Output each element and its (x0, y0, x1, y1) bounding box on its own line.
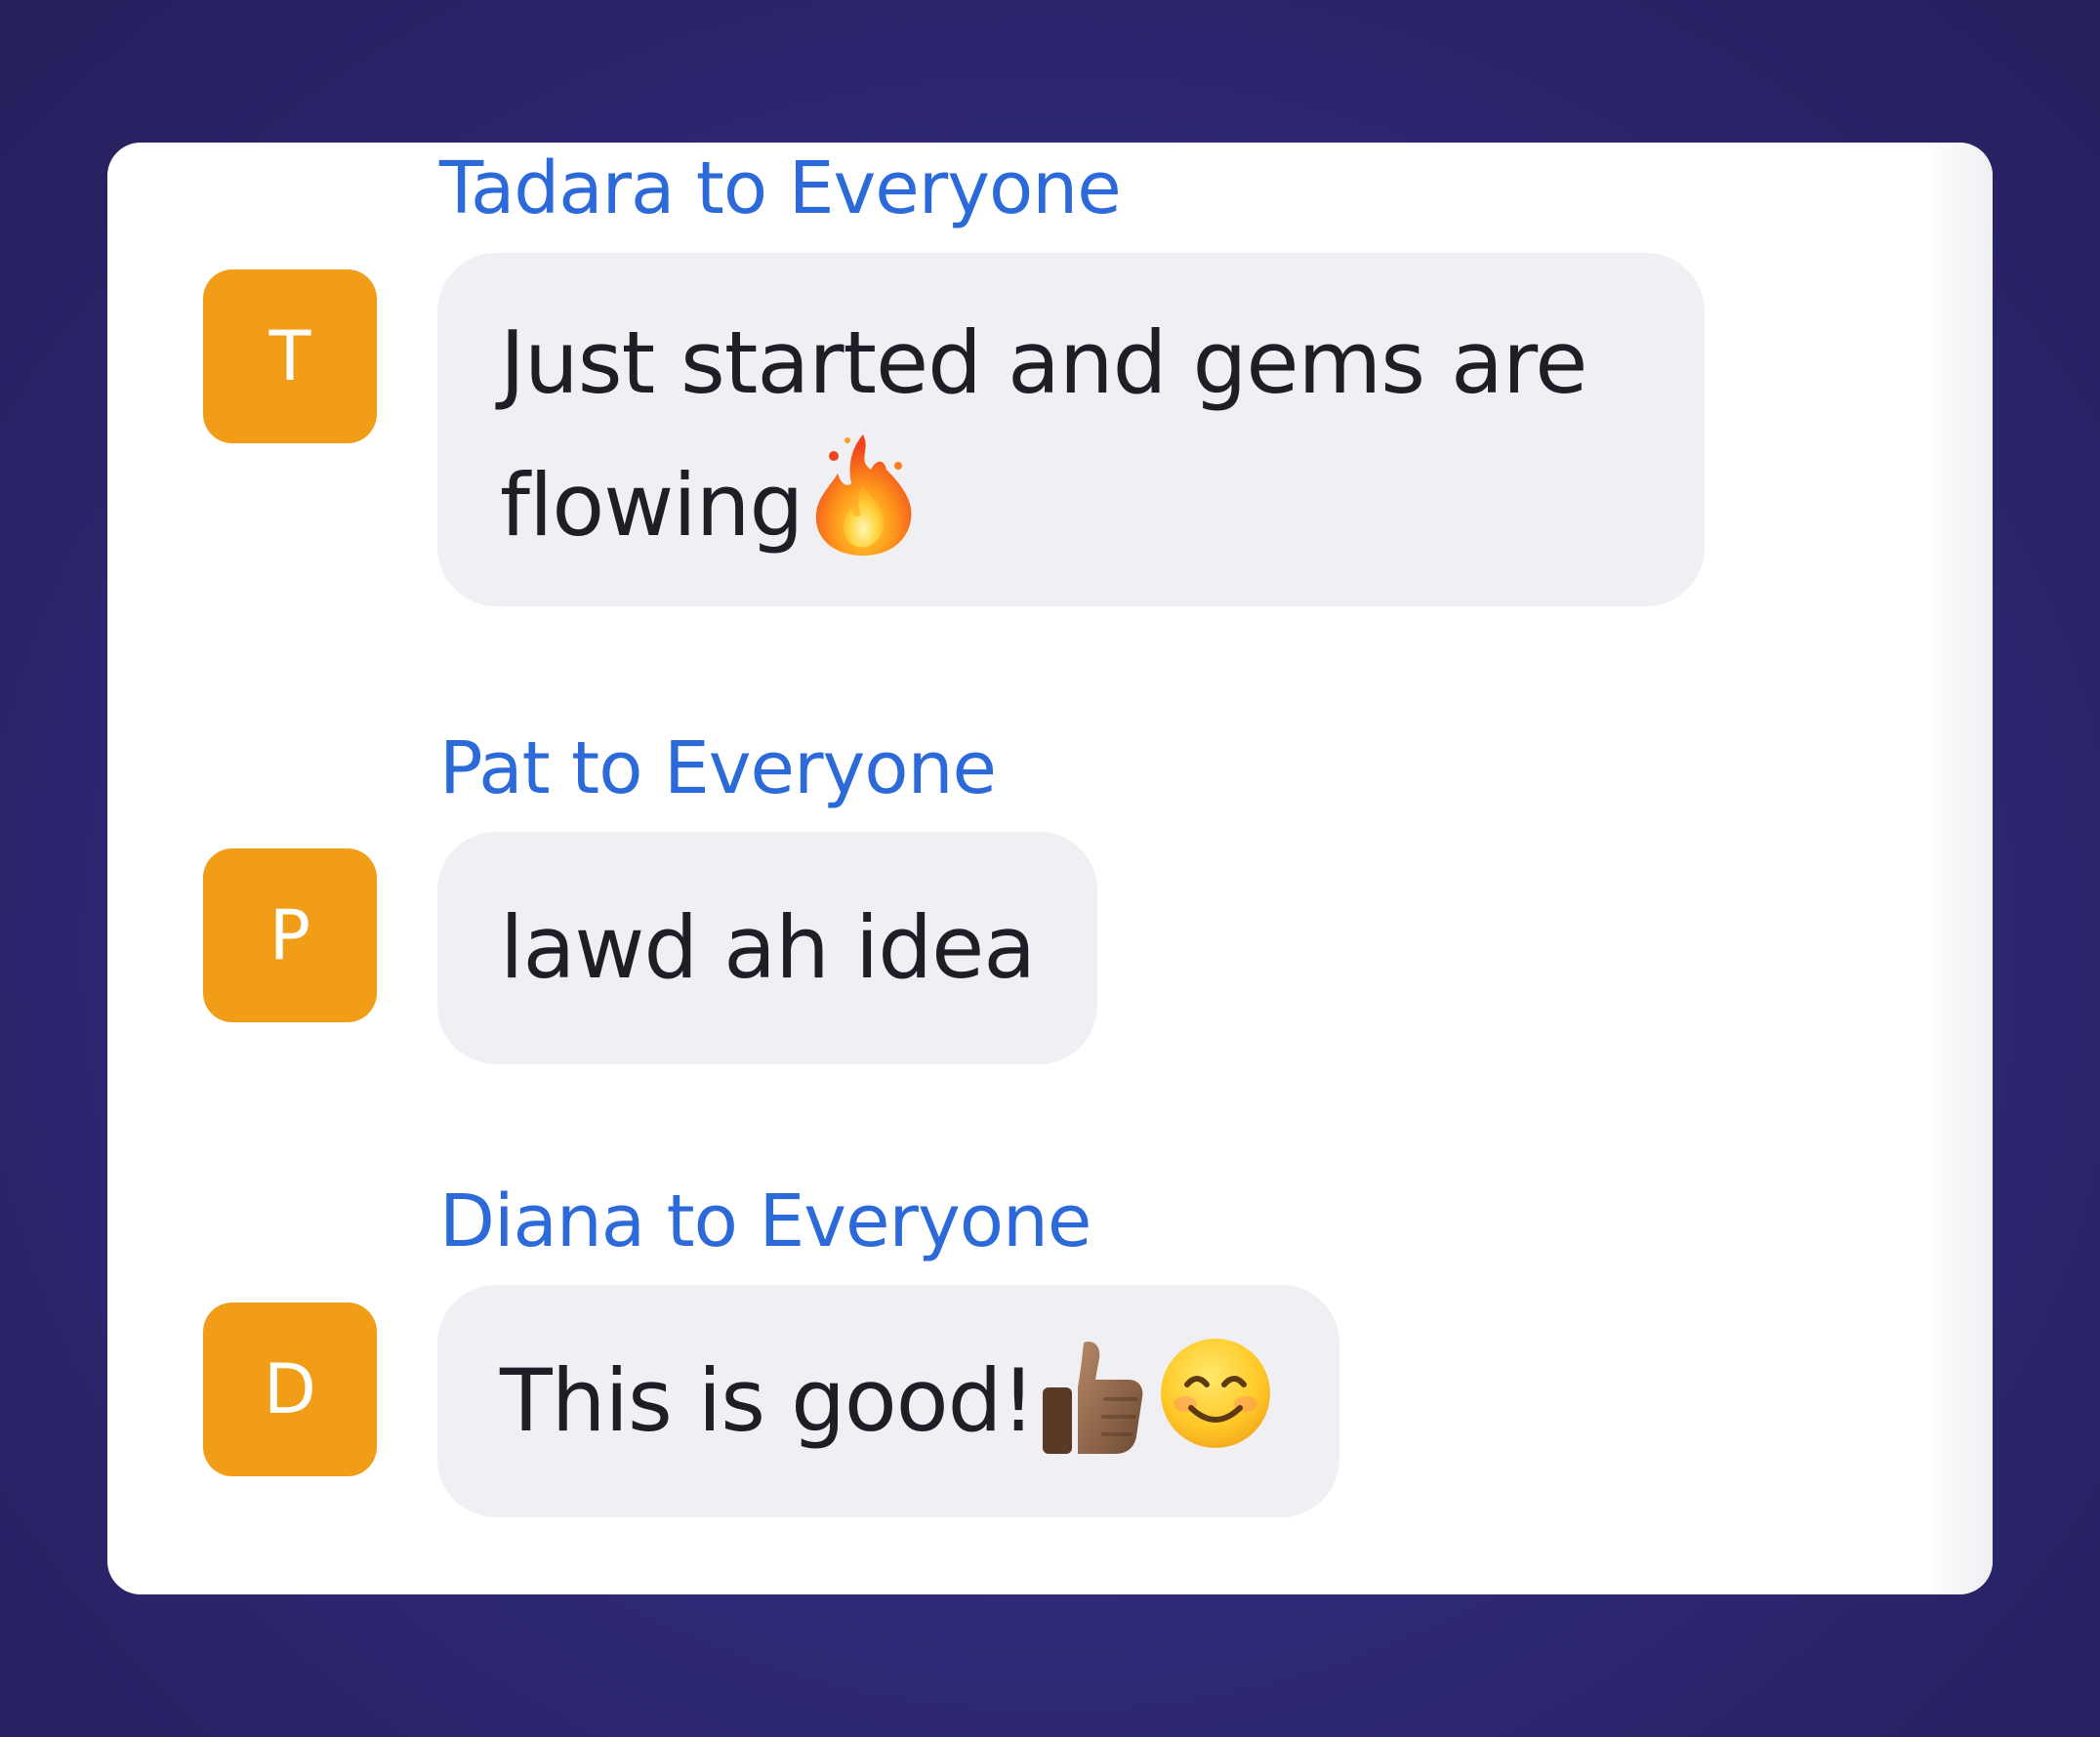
message-text: flowing (500, 455, 803, 556)
chat-panel: Tadara to Everyone T Just started and ge… (107, 143, 1993, 1594)
message-text-line-2: flowing (500, 434, 1705, 577)
smiling-face-emoji-icon (1160, 1339, 1270, 1449)
sender-label: Tadara to Everyone (439, 146, 1122, 230)
message-bubble: Just started and gems are flowing (437, 253, 1705, 606)
avatar-initial: P (268, 895, 311, 975)
message-text-line: Just started and gems are (500, 312, 1587, 413)
message-text: lawd ah idea (500, 897, 1036, 998)
avatar-initial: D (264, 1349, 316, 1429)
fire-emoji-icon (816, 434, 912, 557)
avatar-initial: T (268, 316, 311, 396)
avatar: T (203, 269, 377, 443)
message-bubble: lawd ah idea (437, 832, 1097, 1064)
message-bubble: This is good! (437, 1285, 1339, 1517)
thumbs-up-emoji-icon (1042, 1342, 1143, 1455)
sender-label: Pat to Everyone (439, 726, 997, 810)
sender-label: Diana to Everyone (439, 1179, 1091, 1263)
message-text: This is good! (500, 1350, 1036, 1451)
avatar: D (203, 1303, 377, 1476)
avatar: P (203, 848, 377, 1022)
